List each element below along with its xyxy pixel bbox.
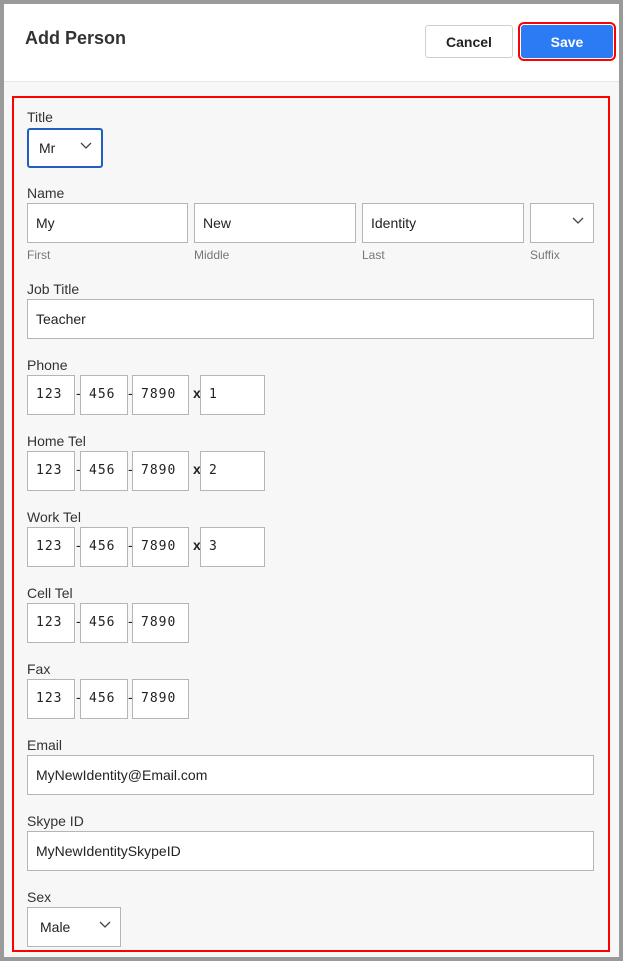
fax-line-input[interactable]: 7890: [132, 679, 189, 719]
chevron-down-icon: [80, 142, 92, 149]
sex-select[interactable]: Male: [27, 907, 121, 947]
home-tel-ext-input[interactable]: 2: [200, 451, 265, 491]
phone-line-input[interactable]: 7890: [132, 375, 189, 415]
home-tel-prefix-input[interactable]: 456: [80, 451, 128, 491]
cell-tel-prefix-input[interactable]: 456: [80, 603, 128, 643]
email-input[interactable]: MyNewIdentity@Email.com: [27, 755, 594, 795]
skype-input[interactable]: MyNewIdentitySkypeID: [27, 831, 594, 871]
dialog-header: Add Person Cancel Save: [4, 4, 619, 82]
phone-ext-input[interactable]: 1: [200, 375, 265, 415]
person-form: Title Mr Name My New Identity First Midd…: [12, 96, 610, 952]
sex-label: Sex: [27, 889, 52, 905]
cell-tel-label: Cell Tel: [27, 585, 73, 601]
fax-label: Fax: [27, 661, 51, 677]
sex-value: Male: [40, 919, 71, 935]
title-select[interactable]: Mr: [27, 128, 103, 168]
phone-label: Phone: [27, 357, 68, 373]
chevron-down-icon: [99, 921, 111, 928]
chevron-down-icon: [572, 217, 584, 224]
title-value: Mr: [39, 140, 56, 156]
fax-area-input[interactable]: 123: [27, 679, 75, 719]
cancel-button[interactable]: Cancel: [425, 25, 513, 58]
last-name-input[interactable]: Identity: [362, 203, 524, 243]
first-name-input[interactable]: My: [27, 203, 188, 243]
name-label: Name: [27, 185, 65, 201]
cell-tel-line-input[interactable]: 7890: [132, 603, 189, 643]
suffix-sublabel: Suffix: [530, 248, 560, 262]
skype-label: Skype ID: [27, 813, 84, 829]
middle-name-input[interactable]: New: [194, 203, 356, 243]
work-tel-prefix-input[interactable]: 456: [80, 527, 128, 567]
first-sublabel: First: [27, 248, 51, 262]
email-label: Email: [27, 737, 63, 753]
phone-area-input[interactable]: 123: [27, 375, 75, 415]
work-tel-area-input[interactable]: 123: [27, 527, 75, 567]
home-tel-label: Home Tel: [27, 433, 86, 449]
job-title-input[interactable]: Teacher: [27, 299, 594, 339]
page-title: Add Person: [25, 28, 127, 48]
home-tel-line-input[interactable]: 7890: [132, 451, 189, 491]
dialog: Add Person Cancel Save Title Mr Name My …: [4, 4, 619, 957]
home-tel-area-input[interactable]: 123: [27, 451, 75, 491]
cell-tel-area-input[interactable]: 123: [27, 603, 75, 643]
work-tel-label: Work Tel: [27, 509, 81, 525]
middle-sublabel: Middle: [194, 248, 230, 262]
last-sublabel: Last: [362, 248, 385, 262]
save-button[interactable]: Save: [518, 22, 616, 61]
work-tel-line-input[interactable]: 7890: [132, 527, 189, 567]
job-title-label: Job Title: [27, 281, 80, 297]
work-tel-ext-input[interactable]: 3: [200, 527, 265, 567]
phone-prefix-input[interactable]: 456: [80, 375, 128, 415]
suffix-select[interactable]: [530, 203, 594, 243]
title-label: Title: [27, 109, 53, 125]
fax-prefix-input[interactable]: 456: [80, 679, 128, 719]
